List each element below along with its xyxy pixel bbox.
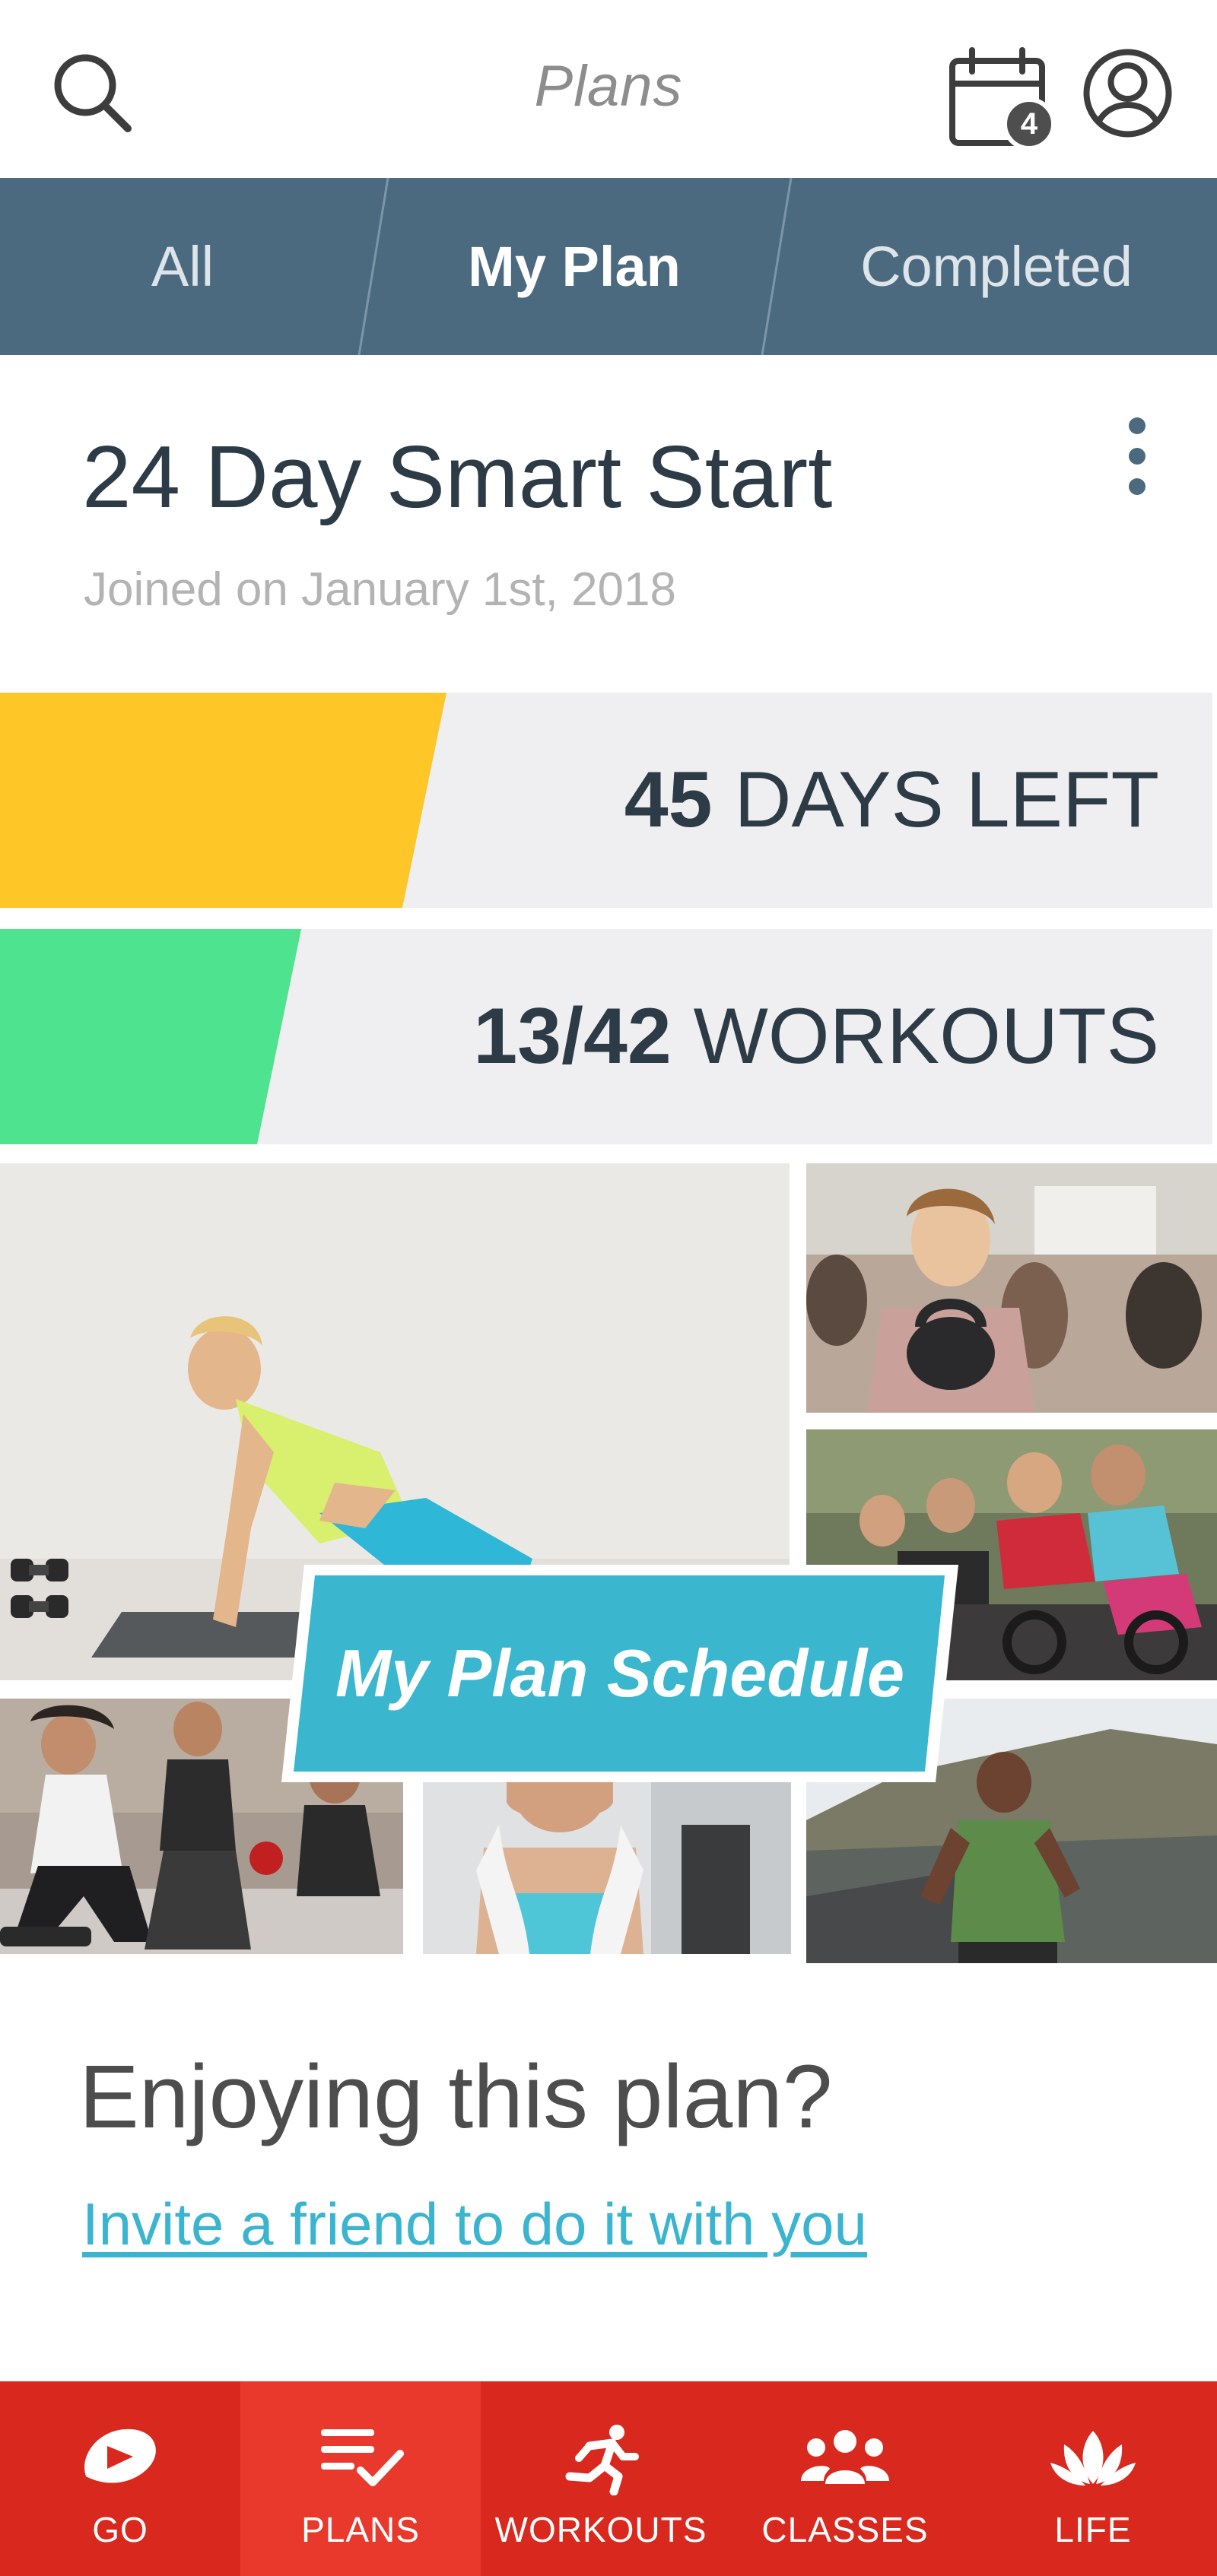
tab-all[interactable]: All [0,178,365,355]
plan-tabs: All My Plan Completed [0,178,1217,355]
nav-plans[interactable]: PLANS [240,2381,481,2576]
profile-button[interactable] [1080,46,1175,141]
plan-joined-date: Joined on January 1st, 2018 [84,563,676,616]
workouts-unit: WORKOUTS [693,992,1159,1080]
nav-life[interactable]: LIFE [969,2381,1217,2576]
my-plan-schedule-button[interactable]: My Plan Schedule [281,1565,958,1782]
more-options-button[interactable] [1111,411,1164,502]
nav-workouts[interactable]: WORKOUTS [481,2381,721,2576]
calendar-badge: 4 [1003,97,1056,151]
nav-workouts-label: WORKOUTS [494,2510,707,2549]
tab-completed[interactable]: Completed [791,178,1202,355]
runner-icon [565,2425,639,2495]
kettlebell-photo[interactable] [806,1163,1217,1413]
plans-icon [321,2429,404,2486]
enjoy-prompt: Enjoying this plan? [79,2047,833,2147]
tab-my-plan[interactable]: My Plan [380,178,768,355]
more-vertical-icon [1129,417,1146,495]
go-icon [84,2428,156,2483]
plans-screen: Plans 4 All My Plan Completed 24 Day Sma… [0,0,1217,2576]
workouts-progress: 13/42 WORKOUTS [0,929,1212,1144]
workouts-bar [0,929,301,1144]
kettlebell-image [806,1163,1217,1413]
nav-life-label: LIFE [1054,2510,1132,2549]
workouts-value: 13/42 [473,992,672,1080]
nav-go[interactable]: GO [0,2381,240,2576]
lotus-icon [1050,2431,1136,2486]
days-left-bar [0,693,446,908]
nav-classes[interactable]: CLASSES [721,2381,969,2576]
group-icon [801,2430,889,2484]
days-left-label: 45 DAYS LEFT [624,693,1159,908]
plan-title: 24 Day Smart Start [82,427,833,526]
bottom-navigation: GO PLANS WORKOUTS CLASSES LIFE [0,2381,1217,2576]
nav-go-label: GO [92,2510,148,2549]
user-icon [1083,49,1172,138]
towel-image [423,1779,791,1954]
days-left-progress: 45 DAYS LEFT [0,693,1212,908]
workouts-label: 13/42 WORKOUTS [473,929,1159,1144]
days-left-unit: DAYS LEFT [734,756,1159,844]
invite-friend-link[interactable]: Invite a friend to do it with you [82,2190,867,2259]
top-bar: Plans 4 [0,0,1217,178]
days-left-value: 45 [624,756,713,844]
towel-photo[interactable] [423,1779,791,1954]
nav-plans-label: PLANS [301,2510,420,2549]
nav-classes-label: CLASSES [761,2510,929,2549]
